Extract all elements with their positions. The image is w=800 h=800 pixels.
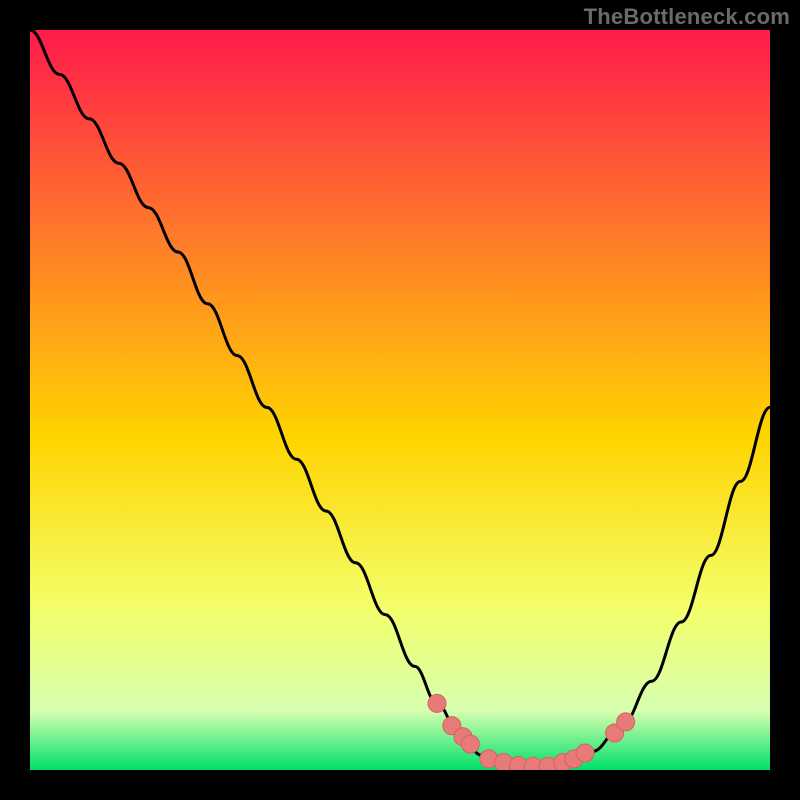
chart-stage: TheBottleneck.com [0,0,800,800]
marker-point [576,744,594,762]
marker-point [461,735,479,753]
marker-point [428,694,446,712]
attribution-label: TheBottleneck.com [584,4,790,30]
marker-point [617,713,635,731]
bottleneck-chart [30,30,770,770]
gradient-background [30,30,770,770]
